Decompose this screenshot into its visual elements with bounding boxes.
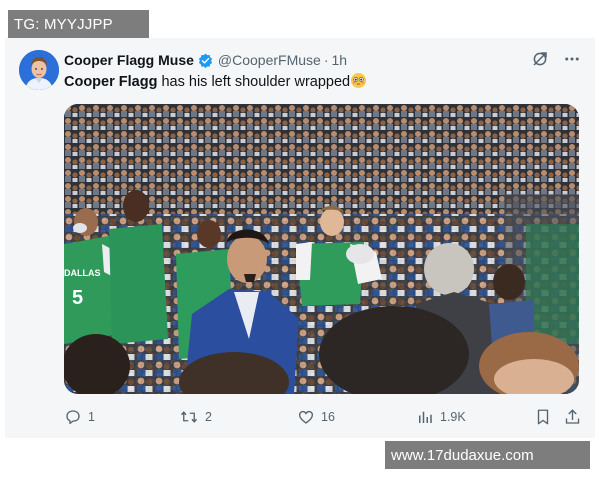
- site-watermark: www.17dudaxue.com: [385, 441, 590, 469]
- like-action[interactable]: 16: [297, 406, 335, 428]
- tweet-action-bar: 1 2 16 1.9K: [64, 406, 581, 430]
- bookmark-action[interactable]: [535, 406, 551, 428]
- tweet-card[interactable]: Cooper Flagg Muse @CooperFMuse · 1h Coop…: [5, 38, 595, 438]
- jersey-text: DALLAS: [64, 268, 101, 278]
- author-handle[interactable]: @CooperFMuse: [218, 52, 321, 68]
- share-action[interactable]: [564, 406, 581, 428]
- flushed-face-emoji-icon: [351, 73, 367, 88]
- tweet-header: Cooper Flagg Muse @CooperFMuse · 1h: [64, 52, 347, 68]
- more-icon[interactable]: [563, 50, 581, 68]
- heart-icon: [298, 410, 314, 424]
- tweet-photo[interactable]: 5 DALLAS: [64, 104, 579, 394]
- arena-crowd-photo: 5 DALLAS: [64, 104, 579, 394]
- reply-icon: [66, 410, 80, 425]
- watermark-text: www.17dudaxue.com: [391, 446, 534, 464]
- reply-count: 1: [88, 410, 95, 424]
- author-name[interactable]: Cooper Flagg Muse: [64, 52, 194, 68]
- tweet-text-name[interactable]: Cooper Flagg: [64, 74, 157, 90]
- tweet-text: Cooper Flagg has his left shoulder wrapp…: [64, 73, 367, 90]
- verified-badge-icon: [198, 53, 212, 68]
- views-action[interactable]: 1.9K: [416, 406, 466, 428]
- repost-count: 2: [205, 410, 212, 424]
- avatar-image: [19, 50, 59, 90]
- tg-label-text: TG: MYYJJPP: [14, 16, 113, 33]
- views-icon: [419, 411, 432, 423]
- tg-watermark-label: TG: MYYJJPP: [8, 10, 149, 39]
- avatar[interactable]: [19, 50, 59, 90]
- tweet-top-actions: [531, 50, 581, 68]
- bookmark-icon: [537, 409, 549, 425]
- repost-action[interactable]: 2: [179, 406, 212, 428]
- like-count: 16: [321, 410, 335, 424]
- tweet-text-body: has his left shoulder wrapped: [157, 74, 351, 90]
- repost-icon: [180, 411, 198, 423]
- emoji-face: [351, 73, 366, 88]
- views-count: 1.9K: [440, 410, 466, 424]
- grok-icon[interactable]: [531, 50, 549, 68]
- share-icon: [565, 409, 580, 424]
- jersey-number: 5: [72, 287, 83, 309]
- separator-dot: ·: [323, 52, 329, 68]
- reply-action[interactable]: 1: [64, 406, 95, 428]
- tweet-time[interactable]: 1h: [332, 52, 348, 68]
